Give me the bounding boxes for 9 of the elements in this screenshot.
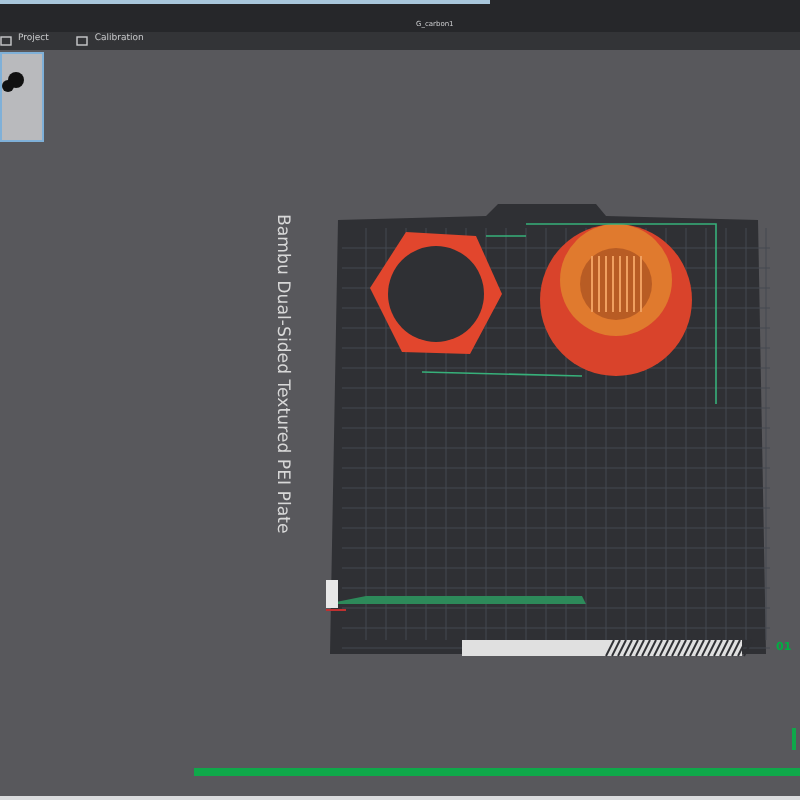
plate-label: Bambu Dual-Sided Textured PEI Plate bbox=[272, 214, 290, 538]
cube-icon bbox=[0, 36, 12, 46]
hex-nut-model bbox=[370, 232, 502, 354]
tools-icon bbox=[76, 36, 89, 46]
orientation-cube-icon bbox=[326, 580, 347, 611]
slider-handle[interactable] bbox=[792, 728, 796, 750]
plate-thumbnail[interactable] bbox=[0, 52, 44, 142]
layer-slider-track[interactable] bbox=[194, 768, 800, 776]
model-silhouette-icon bbox=[2, 70, 26, 94]
